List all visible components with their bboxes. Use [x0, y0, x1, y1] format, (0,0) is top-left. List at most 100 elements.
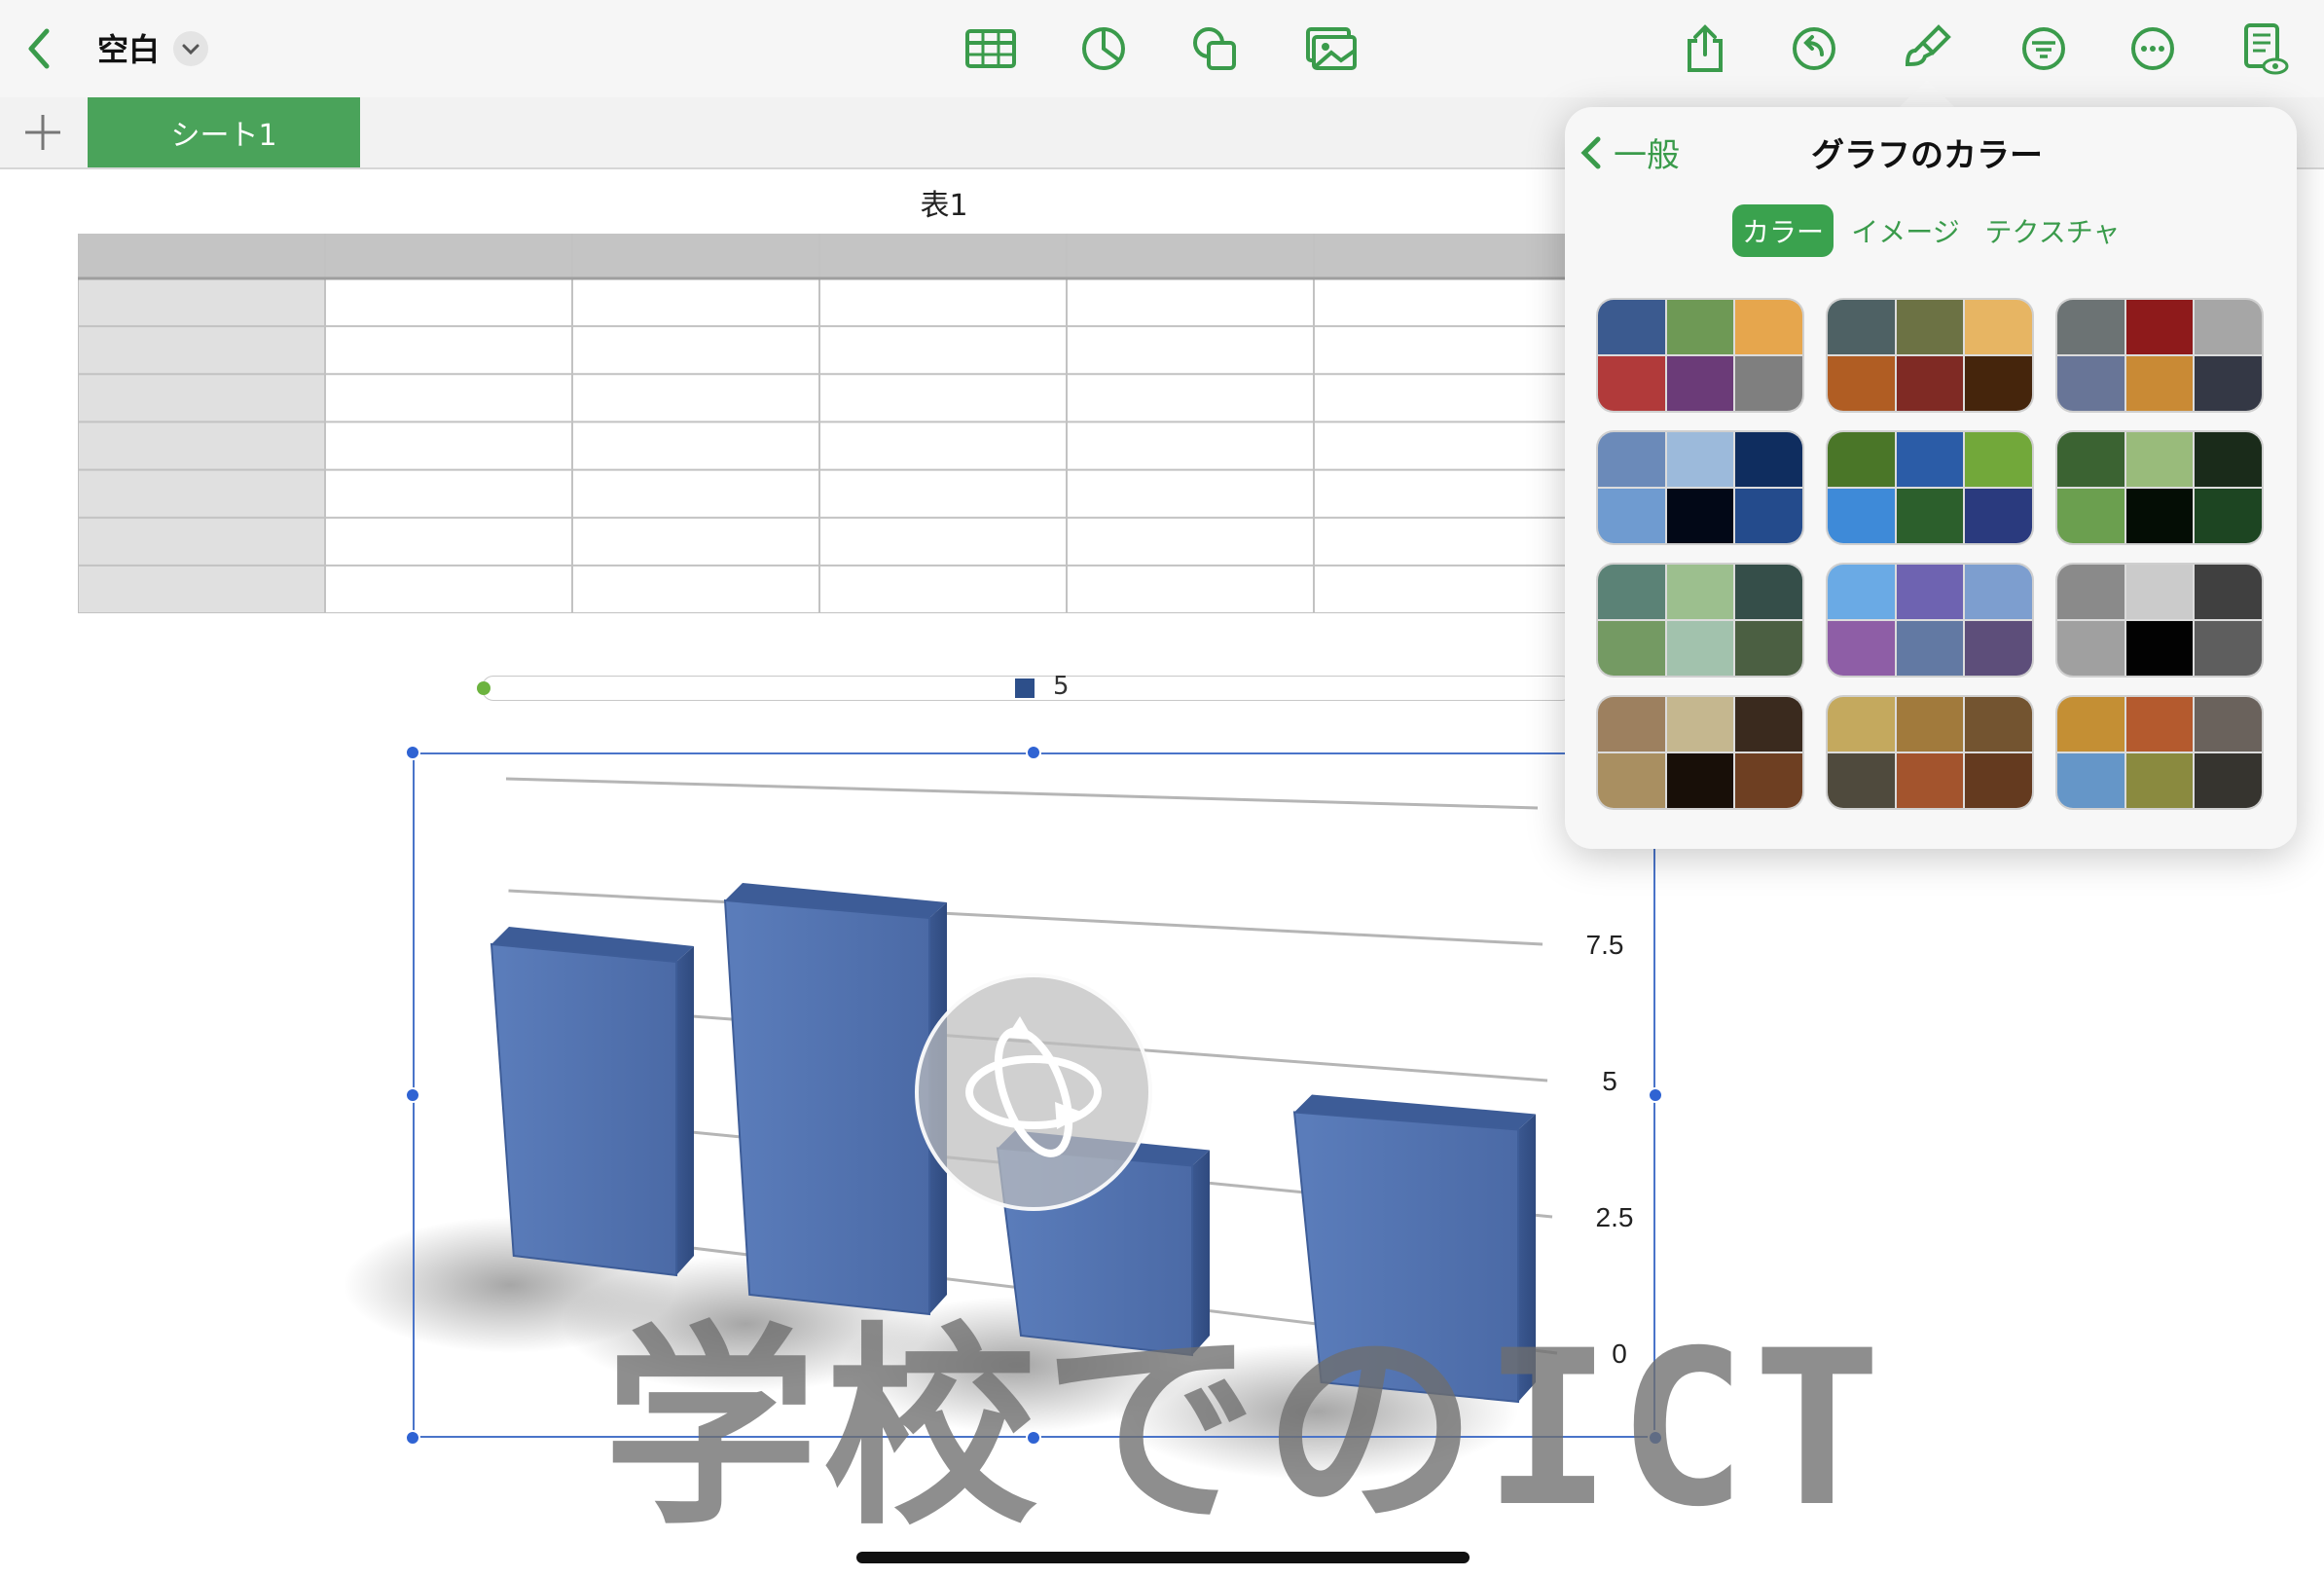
palette-swatch — [1666, 565, 1734, 619]
watermark-text: 学校でのICT — [603, 1304, 1888, 1554]
resize-handle-left[interactable] — [405, 1087, 420, 1103]
palette-swatch — [1666, 489, 1734, 543]
palette-swatch — [1896, 753, 1964, 808]
palette-swatch — [1666, 697, 1734, 752]
color-palette-option[interactable] — [1596, 298, 1804, 413]
color-palette-option[interactable] — [1826, 298, 2034, 413]
color-palette-option[interactable] — [1826, 563, 2034, 678]
palette-swatch — [1965, 356, 2032, 411]
palette-swatch — [1666, 432, 1734, 487]
home-indicator[interactable] — [856, 1552, 1470, 1563]
palette-swatch — [1965, 300, 2032, 354]
palette-swatch — [1666, 300, 1734, 354]
palette-swatch — [1735, 697, 1802, 752]
palette-swatch — [2195, 565, 2262, 619]
palette-swatch — [1735, 621, 1802, 676]
palette-swatch — [2195, 753, 2262, 808]
resize-handle-top-left[interactable] — [405, 745, 420, 760]
palette-swatch — [1598, 432, 1665, 487]
popover-title: グラフのカラー — [1811, 136, 2043, 175]
palette-swatch — [2195, 621, 2262, 676]
popover-back-button[interactable]: 一般 — [1577, 128, 1680, 176]
palette-swatch — [1828, 753, 1895, 808]
palette-swatch — [1598, 753, 1665, 808]
palette-swatch — [1896, 621, 1964, 676]
palette-swatch — [1735, 753, 1802, 808]
palette-swatch — [2057, 432, 2124, 487]
back-chevron-icon — [1580, 136, 1601, 168]
palette-swatch — [2125, 621, 2194, 676]
palette-swatch — [1735, 300, 1802, 354]
palette-swatch — [1735, 565, 1802, 619]
palette-swatch — [1896, 565, 1964, 619]
palette-swatch — [2057, 621, 2124, 676]
palette-swatch — [1598, 300, 1665, 354]
color-palette-option[interactable] — [1596, 430, 1804, 545]
color-palette-option[interactable] — [1596, 563, 1804, 678]
palette-swatch — [2195, 300, 2262, 354]
palette-swatch — [2057, 300, 2124, 354]
rotate-3d-icon — [965, 1016, 1102, 1157]
palette-swatch — [2125, 753, 2194, 808]
palette-swatch — [1598, 356, 1665, 411]
palette-swatch — [2057, 356, 2124, 411]
palette-swatch — [1828, 565, 1895, 619]
palette-swatch — [1598, 489, 1665, 543]
palette-swatch — [1666, 621, 1734, 676]
segment-texture[interactable]: テクスチャ — [1979, 204, 2125, 257]
palette-swatch — [1828, 697, 1895, 752]
palette-swatch — [1965, 697, 2032, 752]
palette-swatch — [1828, 489, 1895, 543]
palette-swatch — [1598, 697, 1665, 752]
palette-swatch — [2195, 489, 2262, 543]
palette-swatch — [2057, 489, 2124, 543]
palette-swatch — [1965, 432, 2032, 487]
palette-swatch — [1896, 697, 1964, 752]
color-palette-option[interactable] — [1826, 695, 2034, 810]
palette-swatch — [1828, 432, 1895, 487]
palette-swatch — [1828, 300, 1895, 354]
palette-swatch — [1598, 565, 1665, 619]
palette-swatch — [2125, 697, 2194, 752]
color-palette-option[interactable] — [2055, 563, 2264, 678]
palette-swatch — [1828, 356, 1895, 411]
palette-swatch — [2125, 300, 2194, 354]
resize-handle-top[interactable] — [1026, 745, 1041, 760]
color-palette-option[interactable] — [2055, 298, 2264, 413]
palette-swatch — [2057, 697, 2124, 752]
palette-swatch — [1735, 432, 1802, 487]
palette-swatch — [1896, 356, 1964, 411]
palette-swatch — [1666, 753, 1734, 808]
segment-image[interactable]: イメージ — [1847, 204, 1964, 257]
palette-swatch — [1965, 753, 2032, 808]
palette-swatch — [2057, 565, 2124, 619]
color-palette-option[interactable] — [2055, 430, 2264, 545]
popover-back-label: 一般 — [1614, 136, 1680, 175]
palette-swatch — [2125, 432, 2194, 487]
palette-swatch — [1828, 621, 1895, 676]
resize-handle-bottom-left[interactable] — [405, 1430, 420, 1446]
palette-swatch — [2125, 565, 2194, 619]
palette-swatch — [2195, 432, 2262, 487]
palette-swatch — [1666, 356, 1734, 411]
palette-swatch — [1735, 489, 1802, 543]
palette-swatch — [2057, 753, 2124, 808]
palette-swatch — [1965, 621, 2032, 676]
palette-swatch — [1965, 565, 2032, 619]
rotate-3d-chart-control[interactable] — [915, 973, 1152, 1211]
palette-swatch — [1965, 489, 2032, 543]
color-palette-option[interactable] — [2055, 695, 2264, 810]
palette-swatch — [1896, 300, 1964, 354]
palette-swatch — [2195, 356, 2262, 411]
resize-handle-right[interactable] — [1648, 1087, 1663, 1103]
palette-swatch — [1896, 489, 1964, 543]
color-palette-option[interactable] — [1826, 430, 2034, 545]
color-palette-option[interactable] — [1596, 695, 1804, 810]
palette-swatch — [2125, 489, 2194, 543]
palette-swatch — [1735, 356, 1802, 411]
palette-swatch — [1598, 621, 1665, 676]
palette-swatch — [1896, 432, 1964, 487]
palette-swatch — [2125, 356, 2194, 411]
palette-swatch — [2195, 697, 2262, 752]
segment-color[interactable]: カラー — [1732, 204, 1834, 257]
